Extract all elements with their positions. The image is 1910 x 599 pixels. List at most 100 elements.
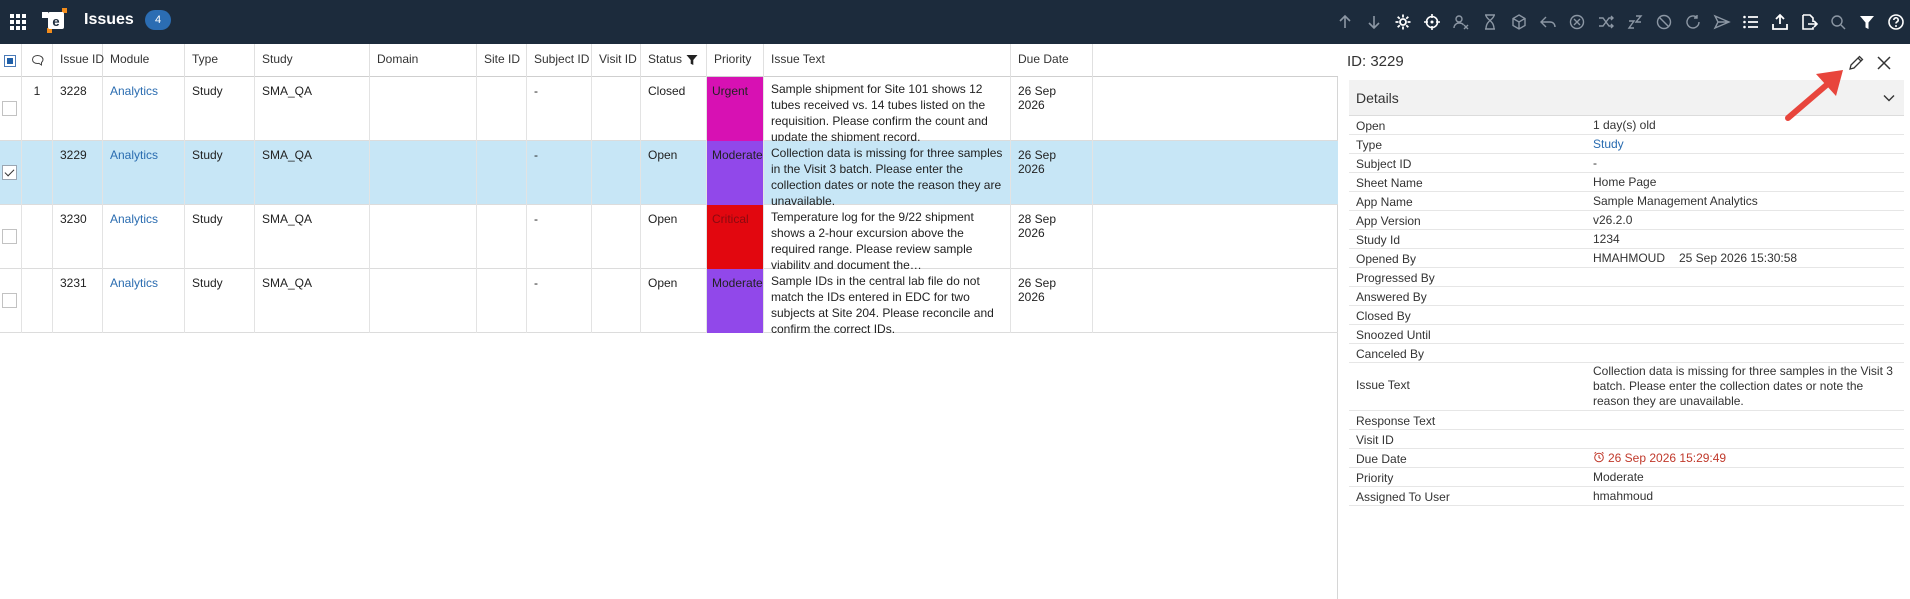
settings-icon[interactable]: [1392, 12, 1413, 33]
annotation-arrow: [1785, 70, 1843, 121]
detail-label: Subject ID: [1356, 157, 1412, 171]
search-icon[interactable]: [1827, 12, 1848, 33]
detail-row: Due Date 26 Sep 2026 15:29:49: [1349, 449, 1904, 468]
detail-row: Sheet Name Home Page: [1349, 173, 1904, 192]
cell-study: SMA_QA: [255, 141, 370, 205]
block-icon[interactable]: [1653, 12, 1674, 33]
detail-label: Canceled By: [1356, 347, 1425, 361]
col-module[interactable]: Module: [103, 44, 185, 77]
cell-priority: Moderate: [707, 141, 764, 205]
cell-subject-id: -: [527, 205, 592, 269]
cell-study: SMA_QA: [255, 77, 370, 141]
column-filter-icon[interactable]: [686, 54, 698, 66]
filter-icon[interactable]: [1856, 12, 1877, 33]
cell-module[interactable]: Analytics: [103, 141, 185, 205]
help-icon[interactable]: [1885, 12, 1906, 33]
arrow-down-icon[interactable]: [1363, 12, 1384, 33]
detail-value: HMAHMOUD 25 Sep 2026 15:30:58: [1593, 251, 1901, 266]
row-select-cell: [0, 205, 22, 269]
hourglass-icon[interactable]: [1479, 12, 1500, 33]
col-domain[interactable]: Domain: [370, 44, 477, 77]
col-due-date[interactable]: Due Date: [1011, 44, 1093, 77]
table-row[interactable]: 3229 Analytics Study SMA_QA - Open Moderate Col…: [0, 141, 1338, 205]
detail-value[interactable]: Study: [1593, 137, 1901, 152]
cell-due-date: 26 Sep 2026: [1011, 77, 1093, 141]
detail-value: Home Page: [1593, 175, 1901, 190]
detail-value-text: 26 Sep 2026 15:29:49: [1608, 451, 1727, 465]
comments-header[interactable]: [22, 44, 53, 77]
alarm-clock-icon: [1594, 451, 1604, 463]
cell-type: Study: [185, 269, 255, 333]
refresh-icon[interactable]: [1682, 12, 1703, 33]
target-icon[interactable]: [1421, 12, 1442, 33]
cell-module[interactable]: Analytics: [103, 269, 185, 333]
cell-issue-text: Sample IDs in the central lab file do no…: [764, 269, 1011, 333]
table-row[interactable]: 1 3228 Analytics Study SMA_QA - Closed Urgent Sa…: [0, 77, 1338, 141]
detail-row: Visit ID: [1349, 430, 1904, 449]
cube-icon[interactable]: [1508, 12, 1529, 33]
arrow-up-icon[interactable]: [1334, 12, 1355, 33]
details-id: ID: 3229: [1347, 53, 1404, 70]
detail-label: Snoozed Until: [1356, 328, 1431, 342]
chevron-down-icon[interactable]: [1882, 91, 1896, 105]
opened-date: 25 Sep 2026 15:30:58: [1679, 251, 1798, 265]
col-issue-id[interactable]: Issue ID: [53, 44, 104, 77]
shuffle-icon[interactable]: [1595, 12, 1616, 33]
cell-module[interactable]: Analytics: [103, 205, 185, 269]
detail-row: Response Text: [1349, 411, 1904, 430]
detail-value: Moderate: [1593, 470, 1901, 485]
row-checkbox[interactable]: [2, 293, 17, 308]
detail-label: Visit ID: [1356, 433, 1394, 447]
cancel-circle-icon[interactable]: [1566, 12, 1587, 33]
details-section-title: Details: [1356, 90, 1399, 106]
export-icon[interactable]: [1769, 12, 1790, 33]
details-panel: ID: 3229 Details Open 1 day(s) old Type Stu…: [1339, 44, 1910, 599]
cell-subject-id: -: [527, 141, 592, 205]
cell-due-date: 26 Sep 2026: [1011, 141, 1093, 205]
detail-value-text: 1234: [1593, 232, 1620, 246]
comment-icon: [31, 54, 44, 66]
col-issue-text[interactable]: Issue Text: [764, 44, 1011, 77]
col-study[interactable]: Study: [255, 44, 370, 77]
detail-value: 26 Sep 2026 15:29:49: [1593, 451, 1901, 466]
row-select-cell: [0, 77, 22, 141]
detail-row: Opened By HMAHMOUD 25 Sep 2026 15:30:58: [1349, 249, 1904, 268]
cell-priority: Critical: [707, 205, 764, 269]
select-all-cell: [0, 44, 22, 77]
row-checkbox[interactable]: [2, 101, 17, 116]
cell-module[interactable]: Analytics: [103, 77, 185, 141]
table-row[interactable]: 3230 Analytics Study SMA_QA - Open Critical Tem…: [0, 205, 1338, 269]
detail-row: Study Id 1234: [1349, 230, 1904, 249]
col-site-id[interactable]: Site ID: [477, 44, 527, 77]
select-all-checkbox[interactable]: [4, 55, 16, 67]
cell-issue-text: Collection data is missing for three sam…: [764, 141, 1011, 205]
send-icon[interactable]: [1711, 12, 1732, 33]
col-visit-id[interactable]: Visit ID: [592, 44, 641, 77]
detail-label: Due Date: [1356, 452, 1407, 466]
table-row[interactable]: 3231 Analytics Study SMA_QA - Open Moderate Sam…: [0, 269, 1338, 333]
detail-label: Assigned To User: [1356, 490, 1450, 504]
snooze-icon[interactable]: [1624, 12, 1645, 33]
comment-count: [22, 269, 53, 333]
apps-grid-icon[interactable]: [10, 14, 26, 30]
cell-issue-id: 3230: [53, 205, 103, 269]
user-remove-icon[interactable]: [1450, 12, 1471, 33]
row-checkbox[interactable]: [2, 229, 17, 244]
col-priority[interactable]: Priority: [707, 44, 764, 77]
col-type[interactable]: Type: [185, 44, 255, 77]
document-export-icon[interactable]: [1798, 12, 1819, 33]
col-subject-id[interactable]: Subject ID: [527, 44, 592, 77]
detail-label: Open: [1356, 119, 1386, 133]
cell-issue-id: 3228: [53, 77, 103, 141]
cell-site-id: [477, 77, 527, 141]
detail-label: Opened By: [1356, 252, 1417, 266]
cell-type: Study: [185, 77, 255, 141]
cell-site-id: [477, 141, 527, 205]
close-icon[interactable]: [1875, 54, 1893, 72]
row-checkbox[interactable]: [2, 165, 17, 180]
reply-icon[interactable]: [1537, 12, 1558, 33]
detail-value-text: Home Page: [1593, 175, 1657, 189]
col-status[interactable]: Status: [641, 44, 707, 77]
detail-label: Priority: [1356, 471, 1394, 485]
list-icon[interactable]: [1740, 12, 1761, 33]
